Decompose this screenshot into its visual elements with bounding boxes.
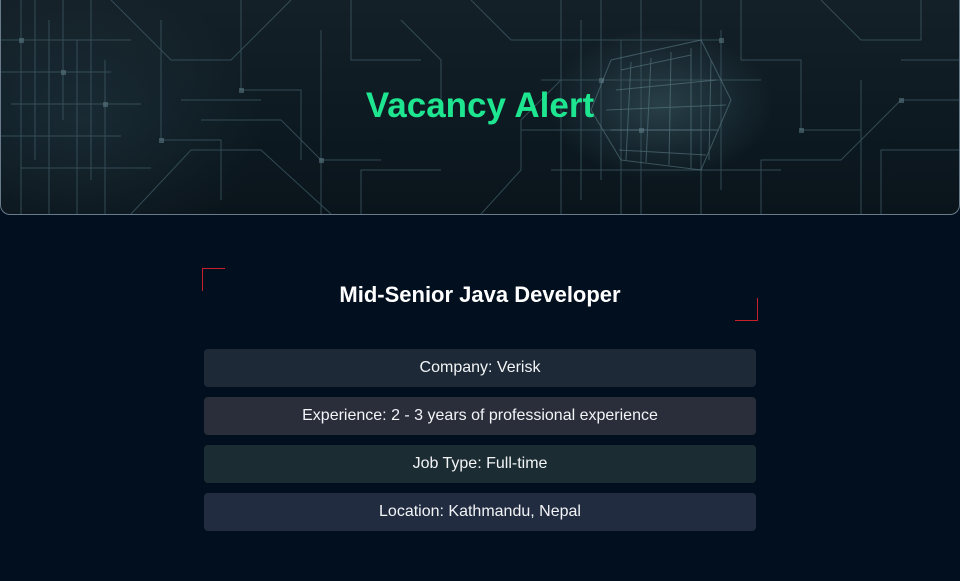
detail-experience: Experience: 2 - 3 years of professional … xyxy=(204,397,756,435)
job-title: Mid-Senior Java Developer xyxy=(339,282,621,307)
page: Vacancy Alert Mid-Senior Java Developer … xyxy=(0,0,960,581)
page-title: Vacancy Alert xyxy=(365,86,595,125)
detail-company: Company: Verisk xyxy=(204,349,756,387)
detail-location: Location: Kathmandu, Nepal xyxy=(204,493,756,531)
hero-banner: Vacancy Alert xyxy=(0,0,960,215)
detail-job-type: Job Type: Full-time xyxy=(204,445,756,483)
